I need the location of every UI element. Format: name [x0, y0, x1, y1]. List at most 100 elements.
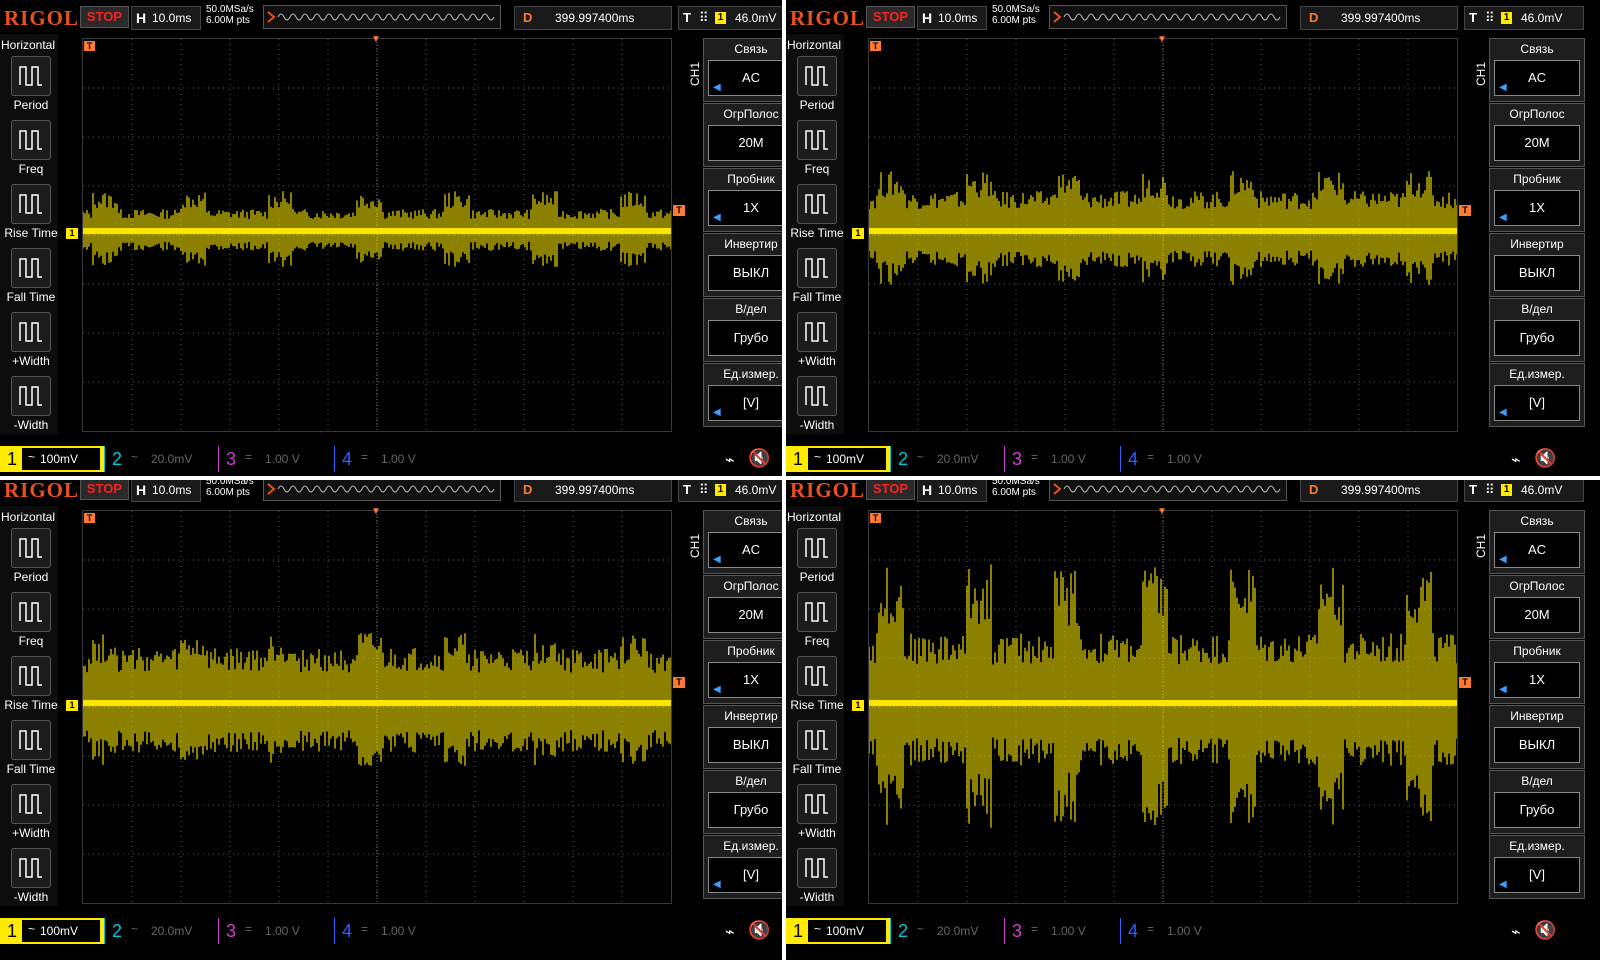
measure-item-period[interactable]: Period	[2, 528, 58, 590]
measure-item-fall-time[interactable]: Fall Time	[788, 720, 844, 782]
channel-number: 2	[897, 449, 908, 469]
measure-item-fall-time[interactable]: Fall Time	[788, 248, 844, 310]
measure-item--width[interactable]: +Width	[788, 312, 844, 374]
timebase-label: H	[136, 482, 147, 498]
channel-3-status[interactable]: 3 = 1.00 V	[218, 446, 329, 472]
measure-item-rise-time[interactable]: Rise Time	[788, 184, 844, 246]
channel-menu-item-title: Связь	[1520, 42, 1554, 56]
trigger-box[interactable]: T ⠿ 1 46.0mV	[1464, 478, 1584, 502]
channel-4-status[interactable]: 4 = 1.00 V	[334, 446, 445, 472]
measure-item--width[interactable]: -Width	[788, 376, 844, 438]
memory-depth: 6.00M pts	[206, 487, 250, 498]
timebase-box[interactable]: H 10.0ms	[131, 6, 201, 30]
channel-2-status[interactable]: 2 ~20.0mV	[104, 918, 215, 944]
horizontal-divider	[0, 476, 1600, 480]
memory-waveform-overview[interactable]	[1049, 5, 1287, 29]
timebase-box[interactable]: H 10.0ms	[917, 478, 987, 502]
channel-3-status[interactable]: 3 = 1.00 V	[218, 918, 329, 944]
channel-4-status[interactable]: 4 = 1.00 V	[334, 918, 445, 944]
measure-item-label: Freq	[18, 162, 44, 176]
delay-box[interactable]: D 399.997400ms	[514, 6, 672, 30]
channel-menu-item[interactable]: В/дел Грубо	[1489, 298, 1585, 362]
measure-item-freq[interactable]: Freq	[2, 120, 58, 182]
measure-item--width[interactable]: -Width	[788, 848, 844, 910]
channel-menu-item[interactable]: Пробник ◀ 1X	[1489, 168, 1585, 232]
trigger-position-marker: ▼	[1157, 34, 1167, 45]
measure-item-freq[interactable]: Freq	[788, 120, 844, 182]
channel-number: 2	[111, 921, 122, 941]
timebase-box[interactable]: H 10.0ms	[917, 6, 987, 30]
coupling-icon: ~	[131, 922, 139, 936]
channel-1-status[interactable]: 1 ~100mV	[786, 446, 890, 472]
channel-menu-item[interactable]: Связь ◀ AC	[1489, 510, 1585, 574]
channel-menu-item[interactable]: ОгрПолос 20M	[1489, 575, 1585, 639]
measure-item-fall-time[interactable]: Fall Time	[2, 248, 58, 310]
coupling-icon: ~	[28, 922, 36, 936]
measure-item--width[interactable]: -Width	[2, 848, 58, 910]
measure-item-rise-time[interactable]: Rise Time	[2, 184, 58, 246]
run-stop-status[interactable]: STOP	[866, 6, 915, 28]
channel-4-status[interactable]: 4 = 1.00 V	[1120, 918, 1231, 944]
measure-item--width[interactable]: +Width	[2, 784, 58, 846]
measure-item-fall-time[interactable]: Fall Time	[2, 720, 58, 782]
trigger-box[interactable]: T ⠿ 1 46.0mV	[1464, 6, 1584, 30]
channel-menu-item[interactable]: Пробник ◀ 1X	[1489, 640, 1585, 704]
channel-4-status[interactable]: 4 = 1.00 V	[1120, 446, 1231, 472]
channel-number: 4	[1127, 921, 1138, 941]
measure-item-period[interactable]: Period	[2, 56, 58, 118]
channel-2-status[interactable]: 2 ~20.0mV	[890, 446, 1001, 472]
t-marker-left: T	[84, 513, 95, 523]
channel-menu-item[interactable]: Инвертир ВЫКЛ	[1489, 233, 1585, 297]
trigger-box[interactable]: T ⠿ 1 46.0mV	[678, 6, 798, 30]
delay-box[interactable]: D 399.997400ms	[514, 478, 672, 502]
trigger-box[interactable]: T ⠿ 1 46.0mV	[678, 478, 798, 502]
left-arrow-icon: ◀	[713, 82, 721, 93]
delay-value: 399.997400ms	[1341, 483, 1421, 497]
channel-menu-item[interactable]: В/дел Грубо	[1489, 770, 1585, 834]
measure-item--width[interactable]: -Width	[2, 376, 58, 438]
channel-menu-item[interactable]: Связь ◀ AC	[1489, 38, 1585, 102]
measure-item--width[interactable]: +Width	[788, 784, 844, 846]
trigger-label: T	[683, 482, 691, 497]
ch1-waveform	[869, 171, 1457, 285]
measure-item-rise-time[interactable]: Rise Time	[2, 656, 58, 718]
channel-menu-item[interactable]: Ед.измер. ◀ [V]	[1489, 363, 1585, 427]
channel-1-status[interactable]: 1 ~100mV	[786, 918, 890, 944]
waveform-area[interactable]	[82, 510, 672, 904]
channel-menu-item[interactable]: ОгрПолос 20M	[1489, 103, 1585, 167]
measure-item-freq[interactable]: Freq	[788, 592, 844, 654]
coupling-icon: =	[361, 922, 369, 936]
memory-waveform-overview[interactable]	[1049, 477, 1287, 501]
left-arrow-icon: ◀	[1499, 879, 1507, 890]
channel-3-status[interactable]: 3 = 1.00 V	[1004, 446, 1115, 472]
t-marker-left: T	[870, 41, 881, 51]
channel-menu-item[interactable]: Ед.измер. ◀ [V]	[1489, 835, 1585, 899]
waveform-area[interactable]	[82, 38, 672, 432]
waveform-area[interactable]	[868, 510, 1458, 904]
memory-overview-graphic	[1053, 11, 1281, 23]
delay-box[interactable]: D 399.997400ms	[1300, 6, 1458, 30]
measure-item-rise-time[interactable]: Rise Time	[788, 656, 844, 718]
channel-menu-item[interactable]: Инвертир ВЫКЛ	[1489, 705, 1585, 769]
channel-1-status[interactable]: 1 ~100mV	[0, 446, 104, 472]
channel-1-status[interactable]: 1 ~100mV	[0, 918, 104, 944]
run-stop-status[interactable]: STOP	[80, 478, 129, 500]
run-stop-status[interactable]: STOP	[80, 6, 129, 28]
delay-label: D	[1309, 10, 1319, 25]
delay-box[interactable]: D 399.997400ms	[1300, 478, 1458, 502]
timebase-box[interactable]: H 10.0ms	[131, 478, 201, 502]
memory-waveform-overview[interactable]	[263, 477, 501, 501]
rigol-logo: RIGOL	[4, 478, 80, 502]
measure-menu: Horizontal Period Freq Rise Time Fall Time +…	[786, 34, 844, 434]
channel-2-status[interactable]: 2 ~20.0mV	[104, 446, 215, 472]
memory-waveform-overview[interactable]	[263, 5, 501, 29]
channel-2-status[interactable]: 2 ~20.0mV	[890, 918, 1001, 944]
rise-time-icon	[797, 656, 837, 696]
measure-item--width[interactable]: +Width	[2, 312, 58, 374]
measure-item-period[interactable]: Period	[788, 56, 844, 118]
waveform-area[interactable]	[868, 38, 1458, 432]
channel-3-status[interactable]: 3 = 1.00 V	[1004, 918, 1115, 944]
run-stop-status[interactable]: STOP	[866, 478, 915, 500]
measure-item-freq[interactable]: Freq	[2, 592, 58, 654]
measure-item-period[interactable]: Period	[788, 528, 844, 590]
